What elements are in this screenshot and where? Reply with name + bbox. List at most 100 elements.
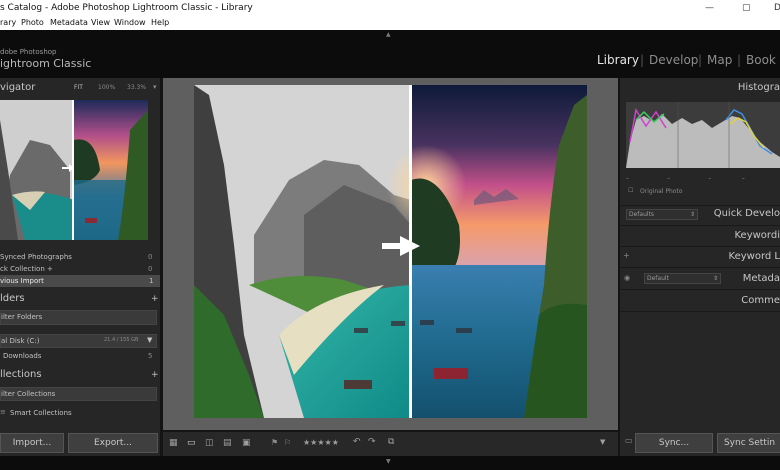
add-keyword-icon[interactable]: + — [623, 251, 630, 260]
loupe-photo[interactable] — [194, 85, 587, 418]
module-map[interactable]: Map — [707, 53, 732, 67]
zoom-fit[interactable]: FIT — [74, 84, 83, 91]
volume-expand-icon[interactable]: ▼ — [147, 336, 152, 344]
catalog-count: 1 — [149, 277, 154, 285]
filmstrip-bar: ▼ — [0, 456, 780, 470]
people-view-icon[interactable]: ▣ — [242, 438, 251, 448]
keywording-title[interactable]: Keywordi — [735, 230, 780, 241]
sync-settings-button[interactable]: Sync Settin — [717, 433, 780, 453]
catalog-row[interactable]: ck Collection + 0 — [0, 263, 160, 275]
import-button[interactable]: Import... — [0, 433, 64, 453]
original-photo-checkbox[interactable]: ☐ — [628, 187, 633, 194]
divider — [620, 205, 780, 206]
volume-space: 21.4 / 155 GB — [104, 337, 139, 343]
brand-line-1: dobe Photoshop — [0, 48, 57, 56]
collections-title: llections — [0, 369, 42, 380]
reject-flag-icon[interactable]: ⚐ — [284, 438, 291, 447]
divider — [620, 289, 780, 290]
smart-collection-icon: ≡ — [0, 408, 6, 416]
maximize-button[interactable]: ▢ — [742, 0, 751, 16]
quick-develop-title[interactable]: Quick Develo — [714, 208, 780, 219]
catalog-row-selected[interactable]: vious Import 1 — [0, 275, 160, 287]
sync-toggle-icon[interactable]: ▭ — [625, 436, 633, 445]
menu-library[interactable]: rary — [0, 16, 16, 30]
brand-line-2: ightroom Classic — [0, 57, 92, 70]
saved-preset-select[interactable]: Defaults ⇕ — [626, 209, 698, 220]
folders-title: lders — [0, 293, 25, 304]
catalog-row[interactable]: Synced Photographs 0 — [0, 251, 160, 263]
metadata-title[interactable]: Metada — [743, 273, 780, 284]
filter-collections-placeholder: ilter Collections — [1, 390, 56, 398]
filter-collections-input[interactable]: ilter Collections — [0, 387, 157, 401]
comments-title[interactable]: Comme — [741, 295, 780, 306]
compare-view-icon[interactable]: ◫ — [205, 438, 214, 448]
menu-bar: rary Photo Metadata View Window Help — [0, 16, 780, 30]
catalog-label: Synced Photographs — [0, 253, 72, 261]
library-toolbar: ▦ ▭ ◫ ▤ ▣ ⚑ ⚐ ★★★★★ ↶ ↷ ⧉ ▼ — [163, 432, 618, 456]
metadata-preset-value: Default — [647, 275, 669, 282]
window-title: s Catalog - Adobe Photoshop Lightroom Cl… — [0, 3, 253, 13]
original-photo-label: Original Photo — [640, 188, 683, 195]
collection-label: Smart Collections — [10, 409, 72, 417]
navigator-menu-icon[interactable]: ▾ — [153, 83, 157, 91]
catalog-count: 0 — [148, 253, 153, 261]
grid-view-icon[interactable]: ▦ — [169, 438, 178, 448]
histogram-title: Histogra — [737, 82, 780, 93]
filter-folders-input[interactable]: ilter Folders — [0, 310, 157, 325]
menu-photo[interactable]: Photo — [21, 16, 44, 30]
expand-filmstrip-icon[interactable]: ▼ — [386, 458, 391, 465]
os-title-bar: s Catalog - Adobe Photoshop Lightroom Cl… — [0, 0, 780, 16]
histogram-ticks: – – – – — [626, 175, 745, 182]
metadata-preset-select[interactable]: Default ⇕ — [644, 273, 721, 284]
collapse-top-panel-icon[interactable]: ▲ — [386, 31, 391, 38]
eye-icon[interactable]: ◉ — [624, 274, 630, 282]
module-separator: | — [640, 53, 645, 67]
catalog-count: 0 — [148, 265, 153, 273]
menu-help[interactable]: Help — [151, 16, 169, 30]
volume-label: al Disk (C:) — [1, 337, 40, 345]
sync-button[interactable]: Sync... — [635, 433, 713, 453]
module-separator: | — [698, 53, 703, 67]
catalog-label: vious Import — [0, 277, 44, 285]
navigator-title: vigator — [0, 82, 36, 93]
before-after-icon[interactable]: ⧉ — [388, 437, 394, 447]
module-library[interactable]: Library — [597, 53, 639, 67]
right-panel: Histogra – – – – ☐ Original Photo Defaul… — [620, 78, 780, 458]
divider — [620, 311, 780, 312]
add-collection-icon[interactable]: + — [151, 370, 159, 380]
toolbar-menu-icon[interactable]: ▼ — [600, 438, 605, 446]
add-folder-icon[interactable]: + — [151, 294, 159, 304]
minimize-button[interactable]: — — [705, 0, 714, 16]
collection-row[interactable]: ≡ Smart Collections — [0, 407, 160, 419]
star-rating[interactable]: ★★★★★ — [303, 438, 339, 447]
close-button[interactable]: D — [774, 0, 780, 16]
zoom-100[interactable]: 100% — [98, 84, 115, 91]
menu-view[interactable]: View — [91, 16, 110, 30]
keyword-list-title[interactable]: Keyword L — [729, 251, 780, 262]
folder-row[interactable]: Downloads 5 — [0, 350, 160, 362]
divider — [620, 246, 780, 247]
saved-preset-value: Defaults — [629, 211, 655, 218]
export-button[interactable]: Export... — [68, 433, 158, 453]
folder-label: Downloads — [3, 352, 42, 360]
rotate-right-icon[interactable]: ↷ — [368, 437, 376, 447]
navigator-preview[interactable] — [0, 100, 148, 240]
divider — [620, 267, 780, 268]
menu-window[interactable]: Window — [114, 16, 146, 30]
menu-metadata[interactable]: Metadata — [50, 16, 88, 30]
filter-folders-placeholder: ilter Folders — [1, 313, 43, 321]
flag-icon[interactable]: ⚑ — [271, 438, 278, 447]
folder-count: 5 — [148, 352, 153, 360]
module-book[interactable]: Book — [746, 53, 776, 67]
rotate-left-icon[interactable]: ↶ — [353, 437, 361, 447]
histogram-graph — [626, 102, 780, 168]
chevron-down-icon: ⇕ — [712, 275, 718, 282]
left-panel: vigator FIT 100% 33.3% ▾ Synced Photogra… — [0, 78, 160, 458]
module-develop[interactable]: Develop — [649, 53, 698, 67]
loupe-view-icon[interactable]: ▭ — [187, 438, 196, 448]
zoom-33[interactable]: 33.3% — [127, 84, 146, 91]
module-separator: | — [737, 53, 742, 67]
catalog-label: ck Collection + — [0, 265, 53, 273]
volume-row[interactable]: al Disk (C:) 21.4 / 155 GB ▼ — [0, 334, 157, 348]
survey-view-icon[interactable]: ▤ — [223, 438, 232, 448]
